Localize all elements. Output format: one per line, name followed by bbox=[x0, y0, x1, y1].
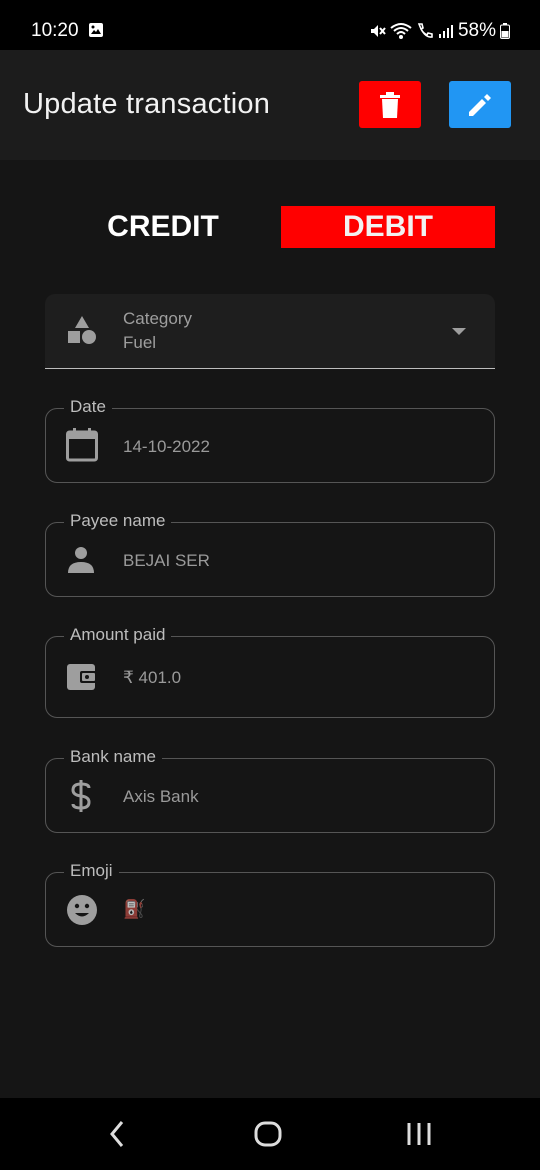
date-field[interactable]: Date 14-10-2022 bbox=[45, 397, 495, 483]
category-value: Fuel bbox=[123, 333, 157, 352]
edit-button[interactable] bbox=[449, 81, 511, 128]
battery-percent: 58% bbox=[457, 20, 496, 41]
category-label: Category bbox=[123, 309, 192, 328]
battery-icon bbox=[500, 23, 510, 39]
navigation-bar bbox=[0, 1098, 540, 1170]
trash-icon bbox=[380, 91, 400, 118]
dollar-icon bbox=[71, 780, 91, 812]
bank-name-label: Bank name bbox=[64, 747, 162, 767]
shapes-icon bbox=[68, 316, 96, 344]
debit-toggle-button[interactable]: DEBIT bbox=[281, 206, 495, 248]
date-value: 14-10-2022 bbox=[123, 437, 210, 456]
amount-paid-value: ₹ 401.0 bbox=[123, 668, 182, 687]
bank-name-field[interactable]: Bank name Axis Bank bbox=[45, 747, 495, 833]
status-bar: 10:20 58% bbox=[0, 0, 540, 50]
calendar-icon bbox=[66, 428, 98, 462]
category-dropdown[interactable]: Category Fuel bbox=[45, 294, 495, 369]
payee-name-field[interactable]: Payee name BEJAI SER bbox=[45, 511, 495, 597]
bank-name-value: Axis Bank bbox=[123, 787, 199, 806]
transaction-form: CREDIT DEBIT Category Fuel Date 14-10-20… bbox=[0, 160, 540, 1098]
emoji-label: Emoji bbox=[64, 861, 119, 881]
image-notification-icon bbox=[89, 23, 103, 37]
wifi-icon bbox=[390, 23, 412, 39]
smiley-icon bbox=[67, 895, 97, 925]
amount-paid-field[interactable]: Amount paid ₹ 401.0 bbox=[45, 625, 495, 718]
status-icons: 58% bbox=[368, 20, 510, 42]
payee-name-label: Payee name bbox=[64, 511, 172, 531]
person-icon bbox=[68, 547, 94, 573]
delete-button[interactable] bbox=[359, 81, 421, 128]
status-time: 10:20 bbox=[31, 20, 79, 41]
credit-toggle-button[interactable]: CREDIT bbox=[58, 206, 268, 248]
recent-apps-icon[interactable] bbox=[405, 1118, 433, 1150]
home-icon[interactable] bbox=[253, 1118, 283, 1150]
emoji-field[interactable]: Emoji ⛽ bbox=[45, 861, 495, 947]
app-bar: Update transaction bbox=[0, 50, 540, 160]
signal-icon bbox=[438, 25, 453, 38]
pencil-icon bbox=[469, 93, 491, 116]
mute-icon bbox=[370, 25, 386, 37]
back-icon[interactable] bbox=[106, 1118, 126, 1150]
date-label: Date bbox=[64, 397, 112, 417]
payee-name-value: BEJAI SER bbox=[123, 551, 210, 570]
emoji-value: ⛽ bbox=[123, 899, 146, 919]
wifi-call-icon bbox=[417, 23, 433, 38]
dropdown-arrow-icon[interactable] bbox=[452, 328, 466, 335]
wallet-icon bbox=[67, 664, 97, 690]
page-title: Update transaction bbox=[23, 88, 271, 120]
amount-paid-label: Amount paid bbox=[64, 625, 172, 645]
